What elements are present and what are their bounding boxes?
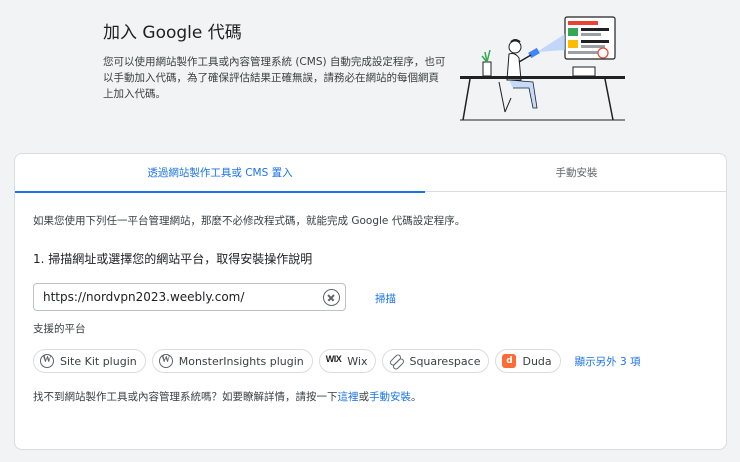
here-link[interactable]: 這裡 xyxy=(338,391,359,403)
platforms-label: 支援的平台 xyxy=(33,323,86,335)
tab-manual[interactable]: 手動安裝 xyxy=(425,154,728,192)
tab-bar: 透過網站製作工具或 CMS 置入 手動安裝 xyxy=(15,154,728,193)
help-text-or: 或 xyxy=(358,391,370,403)
wix-icon: WIX xyxy=(325,354,342,364)
wordpress-icon xyxy=(40,354,54,368)
clear-icon[interactable] xyxy=(323,289,340,306)
chip-label: Squarespace xyxy=(409,354,481,368)
squarespace-icon xyxy=(389,354,403,368)
header-illustration xyxy=(460,16,625,121)
manual-install-link[interactable]: 手動安裝 xyxy=(369,391,411,403)
intro-text: 如果您使用下列任一平台管理網站，那麼不必修改程式碼，就能完成 Google 代碼… xyxy=(33,215,466,227)
platform-chips: Site Kit plugin MonsterInsights plugin W… xyxy=(33,349,641,373)
chip-label: MonsterInsights plugin xyxy=(178,354,304,368)
platform-chip-squarespace[interactable]: Squarespace xyxy=(382,349,490,373)
chip-label: Duda xyxy=(522,354,552,368)
duda-icon: d xyxy=(502,354,517,368)
help-text-suffix: 。 xyxy=(411,391,422,403)
wordpress-icon xyxy=(158,354,173,368)
chip-label: Wix xyxy=(347,354,368,368)
show-more-platforms-link[interactable]: 顯示另外 3 項 xyxy=(575,354,641,369)
install-card: 透過網站製作工具或 CMS 置入 手動安裝 如果您使用下列任一平台管理網站，那麼… xyxy=(14,153,727,450)
help-text-prefix: 找不到網站製作工具或內容管理系統嗎？如要瞭解詳情，請按一下 xyxy=(33,391,338,403)
page-description: 您可以使用網站製作工具或內容管理系統 (CMS) 自動完成設定程序，也可以手動加… xyxy=(103,56,446,100)
platform-chip-duda[interactable]: d Duda xyxy=(495,349,561,373)
page-title: 加入 Google 代碼 xyxy=(103,23,242,43)
help-text: 找不到網站製作工具或內容管理系統嗎？如要瞭解詳情，請按一下這裡或手動安裝。 xyxy=(33,389,422,404)
tab-cms[interactable]: 透過網站製作工具或 CMS 置入 xyxy=(15,154,425,193)
platform-chip-wix[interactable]: WIX Wix xyxy=(318,349,377,373)
website-url-input[interactable]: https://nordvpn2023.weebly.com/ xyxy=(33,283,346,311)
platform-chip-monsterinsights[interactable]: MonsterInsights plugin xyxy=(151,349,313,373)
platform-chip-site-kit[interactable]: Site Kit plugin xyxy=(33,349,146,373)
step-1-heading: 1. 掃描網址或選擇您的網站平台，取得安裝操作說明 xyxy=(33,252,313,266)
scan-button[interactable]: 掃描 xyxy=(375,291,396,306)
website-url-value: https://nordvpn2023.weebly.com/ xyxy=(43,290,245,304)
chip-label: Site Kit plugin xyxy=(60,354,137,368)
